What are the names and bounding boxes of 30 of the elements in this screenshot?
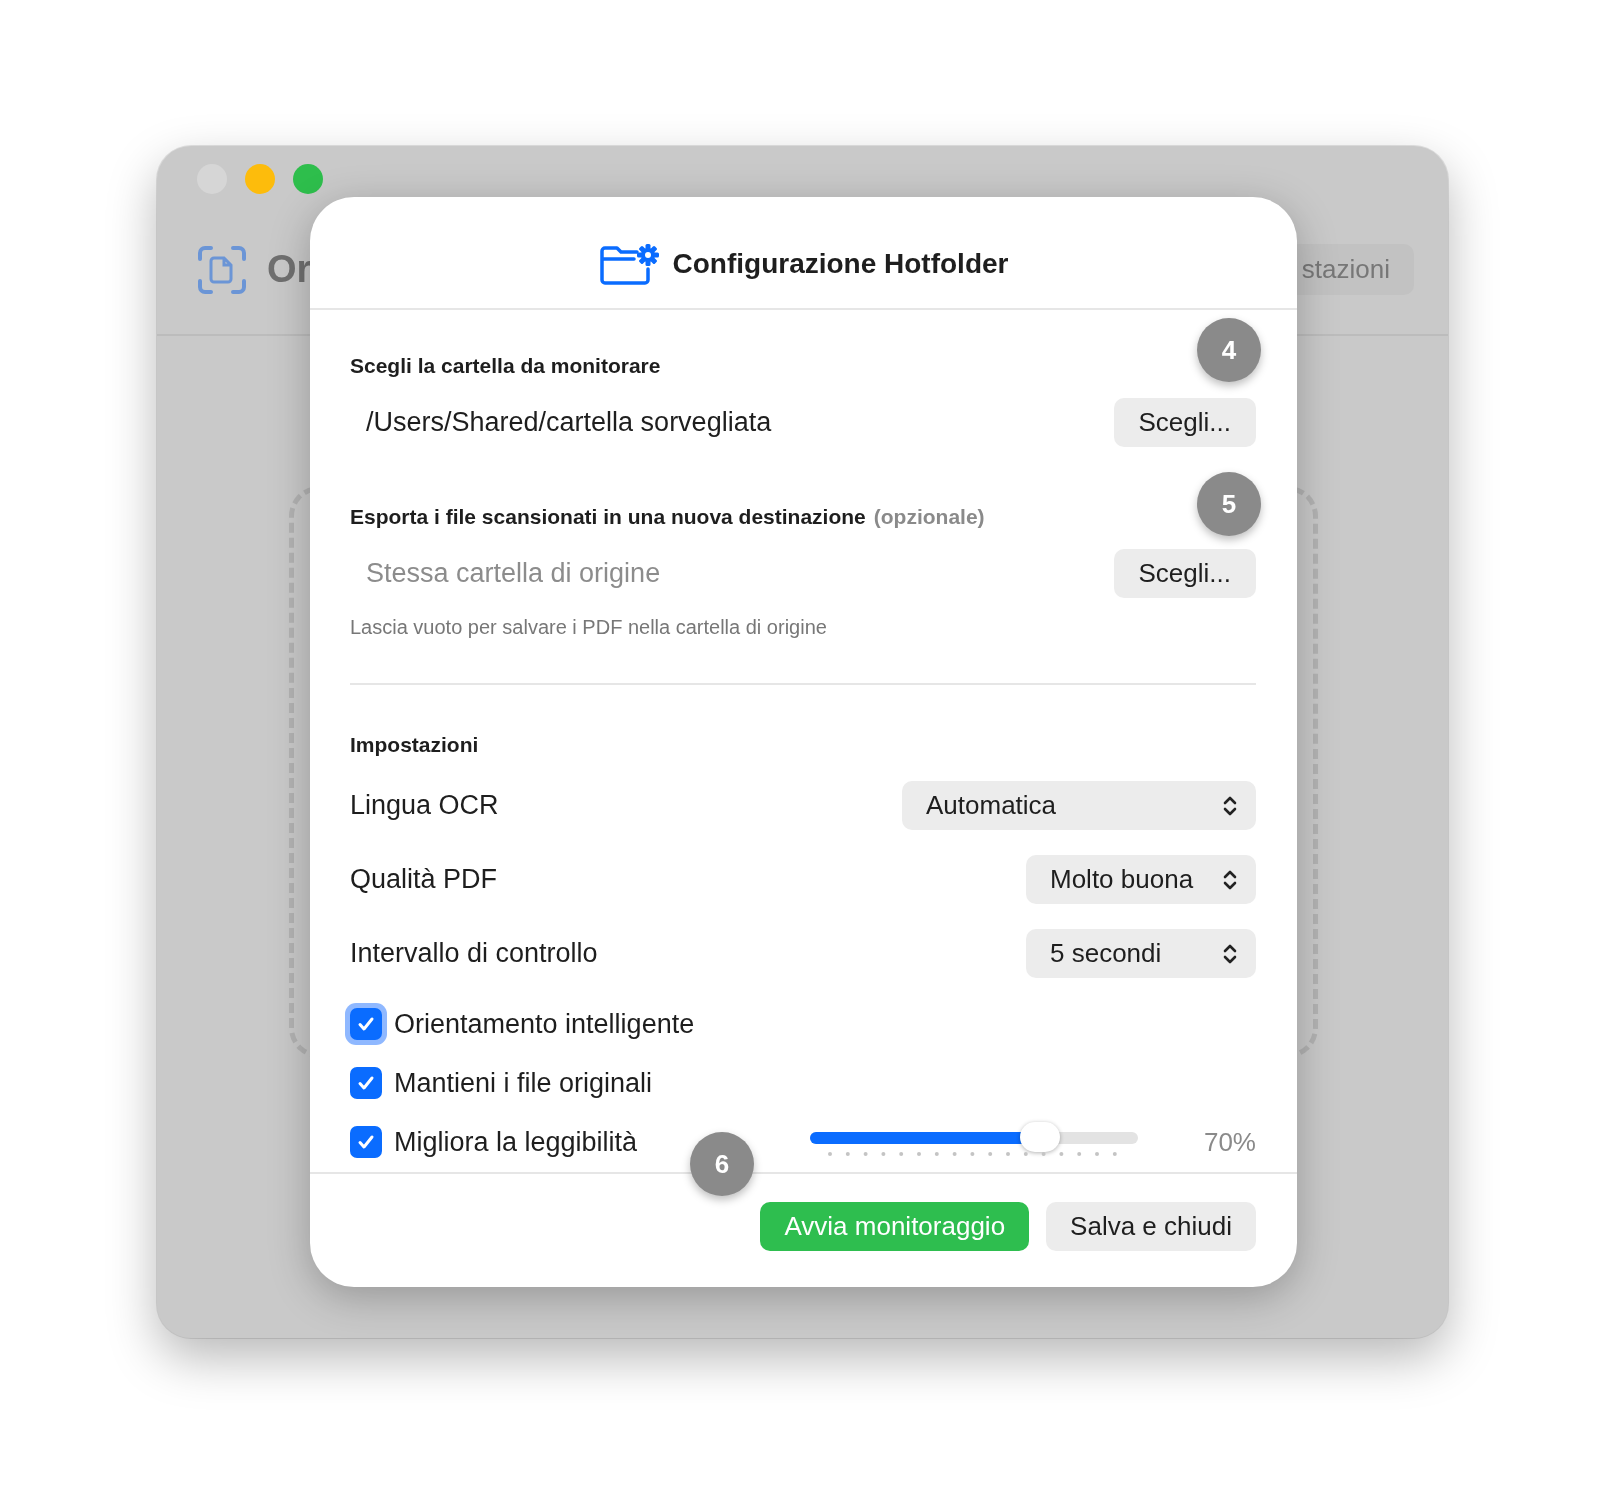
popup-button[interactable]: Automatica	[902, 781, 1256, 830]
optional-note: (opzionale)	[873, 505, 985, 529]
checkbox-label: Migliora la leggibilità	[394, 1126, 638, 1158]
choose-button[interactable]: Scegli...	[1113, 549, 1256, 598]
zoom-icon[interactable]	[293, 164, 323, 194]
section-label: Esporta i file scansionati in una nuova destinazione	[350, 505, 866, 529]
dialog-title: Configurazione Hotfolder	[672, 247, 1009, 280]
document-scan-icon	[197, 244, 247, 295]
save-close-button[interactable]: Salva e chiudi	[1046, 1202, 1256, 1251]
step-badge: 5	[1197, 472, 1261, 536]
hint-text: Lascia vuoto per salvare i PDF nella cartella di origine	[350, 616, 828, 639]
section-label: Scegli la cartella da monitorare	[350, 354, 662, 378]
popup-button[interactable]: Molto buona	[1026, 855, 1256, 904]
setting-label: Lingua OCR	[350, 790, 499, 821]
step-badge: 4	[1197, 318, 1261, 382]
destination-path-field[interactable]: Stessa cartella di origine	[350, 557, 1114, 590]
section-label: Impostazioni	[350, 733, 480, 757]
checkbox-label: Mantieni i file originali	[394, 1067, 653, 1099]
slider-value: 70%	[1203, 1126, 1256, 1158]
slider-thumb[interactable]	[1019, 1122, 1060, 1152]
minimize-icon[interactable]	[245, 164, 275, 194]
choose-button[interactable]: Scegli...	[1113, 398, 1256, 447]
checkbox-label: Orientamento intelligente	[394, 1008, 695, 1040]
folder-gear-icon	[598, 242, 659, 285]
folder-path-field[interactable]: /Users/Shared/cartella sorvegliata	[350, 407, 772, 438]
step-badge: 6	[690, 1132, 754, 1196]
popup-button[interactable]: 5 secondi	[1026, 929, 1256, 978]
app-title: Or	[267, 248, 312, 291]
setting-label: Qualità PDF	[350, 864, 498, 895]
setting-label: Intervallo di controllo	[350, 938, 598, 969]
